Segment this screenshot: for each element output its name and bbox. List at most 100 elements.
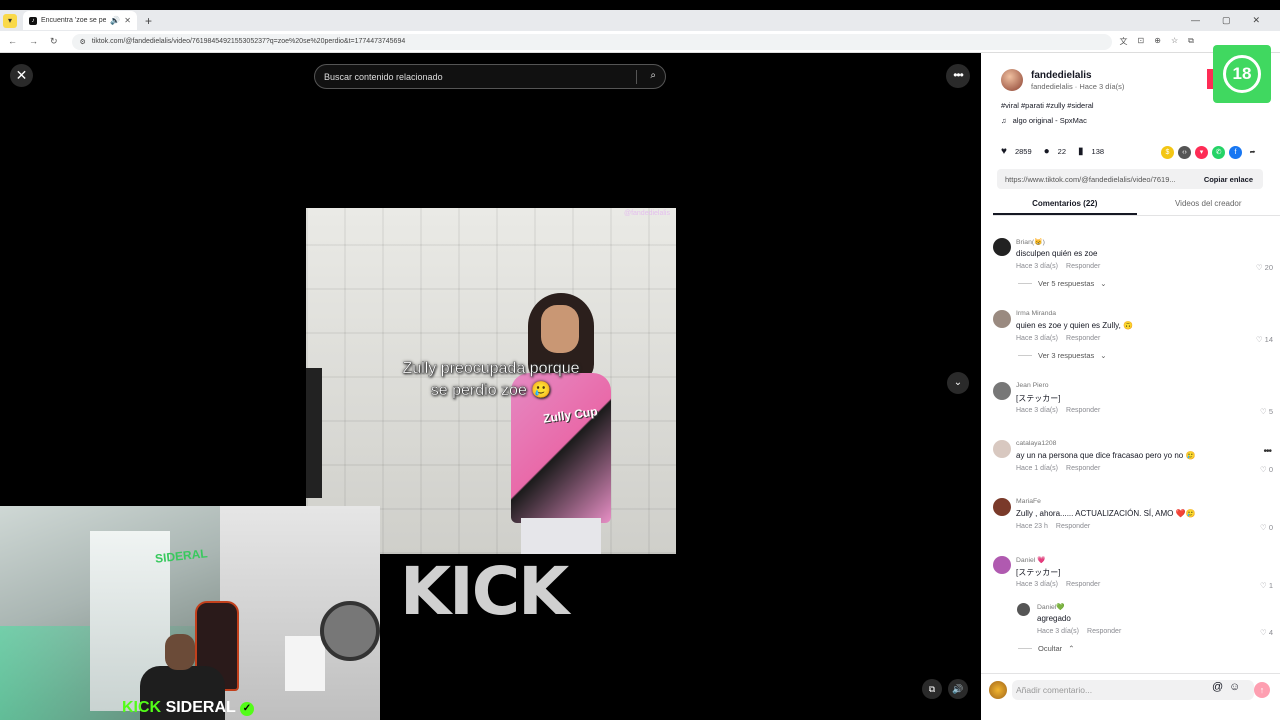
commenter-avatar[interactable] [993,310,1011,328]
url-field[interactable]: ⚙ tiktok.com/@fandedielalis/video/761984… [71,33,1112,50]
reply-like-button[interactable]: ♡ 4 [1260,628,1273,637]
reply-button[interactable]: Responder [1066,335,1100,342]
coin-share-icon[interactable]: $ [1161,146,1174,159]
speaker-icon[interactable]: 🔊 [110,16,120,25]
comment-like-count: 0 [1268,465,1273,474]
minimize-icon[interactable]: — [1191,15,1200,26]
send-icon[interactable]: ▾ [1195,146,1208,159]
author-name[interactable]: fandedielalis [1031,70,1124,81]
reply-button[interactable]: Responder [1087,628,1121,635]
comment-user[interactable]: Irma Miranda [1016,310,1056,317]
comment-like-count: 1 [1268,581,1273,590]
comment-like-button[interactable]: ♡ 1 [1260,581,1273,590]
replies-line [1018,648,1032,649]
commenter-avatar[interactable] [993,498,1011,516]
new-tab-button[interactable]: + [145,14,152,28]
comment-user[interactable]: MariaFe [1016,498,1041,505]
close-tab-icon[interactable]: ✕ [124,16,131,25]
commenter-avatar[interactable] [993,238,1011,256]
site-info-icon[interactable]: ⚙ [80,38,86,46]
next-video-button[interactable]: ⌄ [947,372,969,394]
comment-user[interactable]: Brian(😸) [1016,238,1045,246]
search-icon[interactable]: ⌕ [650,70,656,81]
video-player[interactable]: Zully Cup Zully preocupada porque se per… [306,208,676,554]
like-count: 2859 [1014,147,1032,156]
more-options-button[interactable]: ••• [946,64,970,88]
comment-button[interactable]: ● 22 [1044,146,1066,157]
tab-search-button[interactable]: ▾ [3,13,17,28]
extensions-icon[interactable]: ⧉ [1188,36,1194,47]
maximize-icon[interactable]: ▢ [1222,15,1231,26]
music-title[interactable]: algo original - SpxMac [1013,116,1087,125]
send-comment-button[interactable]: ↑ [1254,682,1270,698]
author-block[interactable]: fandedielalis fandedielalis · Hace 3 día… [1001,69,1124,91]
emoji-icon[interactable]: ☺ [1229,681,1240,693]
whatsapp-icon[interactable]: ✆ [1212,146,1225,159]
fan [320,601,380,661]
bystander-figure [306,368,322,498]
pip-button[interactable]: ⧉ [922,679,942,699]
back-icon[interactable]: ← [8,36,17,47]
install-icon[interactable]: ⊡ [1138,36,1145,47]
commenter-avatar[interactable] [993,556,1011,574]
my-avatar[interactable] [989,681,1007,699]
details-panel: fandedielalis fandedielalis · Hace 3 día… [981,45,1280,720]
browser-tabbar: ▾ ♪ Encuentra 'zoe se perdió' c 🔊 ✕ + — … [0,10,1280,31]
forward-icon[interactable]: → [29,36,38,47]
reply-button[interactable]: Responder [1066,407,1100,414]
comment-like-button[interactable]: ♡ 14 [1256,335,1273,344]
copy-link-button[interactable]: Copiar enlace [1204,175,1263,184]
replier-avatar[interactable] [1017,603,1030,616]
caption-line-2: se perdio zoe 🥲 [430,382,552,399]
comment-like-button[interactable]: ♡ 0 [1260,465,1273,474]
embed-icon[interactable]: ‹› [1178,146,1191,159]
hide-replies-button[interactable]: Ocultar ⌃ [1018,644,1074,653]
comment-user[interactable]: catalaya1208 [1016,440,1056,447]
age-18-text: 18 [1232,64,1252,83]
music-row[interactable]: ♫ algo original - SpxMac [1001,116,1087,125]
like-button[interactable]: ♥ 2859 [1001,146,1032,157]
close-video-button[interactable]: ✕ [10,64,33,87]
view-replies-button[interactable]: Ver 5 respuestas ⌄ [1018,279,1107,288]
view-replies-button[interactable]: Ver 3 respuestas ⌄ [1018,351,1107,360]
brand-kick: KICK [122,699,162,716]
comment-like-button[interactable]: ♡ 20 [1256,263,1273,272]
caption-line-1: Zully preocupada porque [402,360,580,377]
save-button[interactable]: ▮ 138 [1078,146,1104,157]
reload-icon[interactable]: ↻ [50,36,58,47]
tab-title: Encuentra 'zoe se perdió' c [41,17,107,24]
view-replies-label: Ver 5 respuestas [1038,279,1095,288]
translate-icon[interactable]: 文 [1120,36,1128,47]
reply-button[interactable]: Responder [1066,263,1100,270]
reply-button[interactable]: Responder [1066,465,1100,472]
tab-creator-videos[interactable]: Videos del creador [1137,194,1280,215]
related-search-input[interactable]: Buscar contenido relacionado ⌕ [314,64,666,89]
reply-user[interactable]: Daniel💚 [1037,603,1065,611]
zoom-icon[interactable]: ⊕ [1154,36,1161,47]
share-link-row: https://www.tiktok.com/@fandedielalis/vi… [997,169,1263,189]
comment-like-button[interactable]: ♡ 0 [1260,523,1273,532]
chevron-down-icon: ⌄ [1100,279,1107,288]
commenter-avatar[interactable] [993,382,1011,400]
hashtags[interactable]: #viral #parati #zully #sideral [1001,101,1094,110]
comment-user[interactable]: Jean Piero [1016,382,1049,389]
commenter-avatar[interactable] [993,440,1011,458]
close-window-icon[interactable]: ✕ [1252,15,1260,26]
hide-replies-label: Ocultar [1038,644,1063,653]
facebook-icon[interactable]: f [1229,146,1242,159]
comment-time: Hace 23 h [1016,523,1048,530]
comment-user[interactable]: Daniel 💗 [1016,556,1046,564]
mention-icon[interactable]: @ [1212,681,1223,693]
reply-button[interactable]: Responder [1066,581,1100,588]
reply-button[interactable]: Responder [1056,523,1090,530]
author-avatar[interactable] [1001,69,1023,91]
comment-like-button[interactable]: ♡ 5 [1260,407,1273,416]
volume-icon[interactable]: 🔊 [948,679,968,699]
browser-tab[interactable]: ♪ Encuentra 'zoe se perdió' c 🔊 ✕ [23,11,137,30]
share-arrow-icon[interactable]: ➦ [1246,146,1259,159]
tab-comments[interactable]: Comentarios (22) [993,194,1137,215]
bookmark-star-icon[interactable]: ☆ [1171,36,1178,47]
comment-more-icon[interactable]: ••• [1263,446,1271,457]
streamer-head [165,634,195,670]
comment-text: ay un na persona que dice fracasao pero … [1016,451,1196,460]
